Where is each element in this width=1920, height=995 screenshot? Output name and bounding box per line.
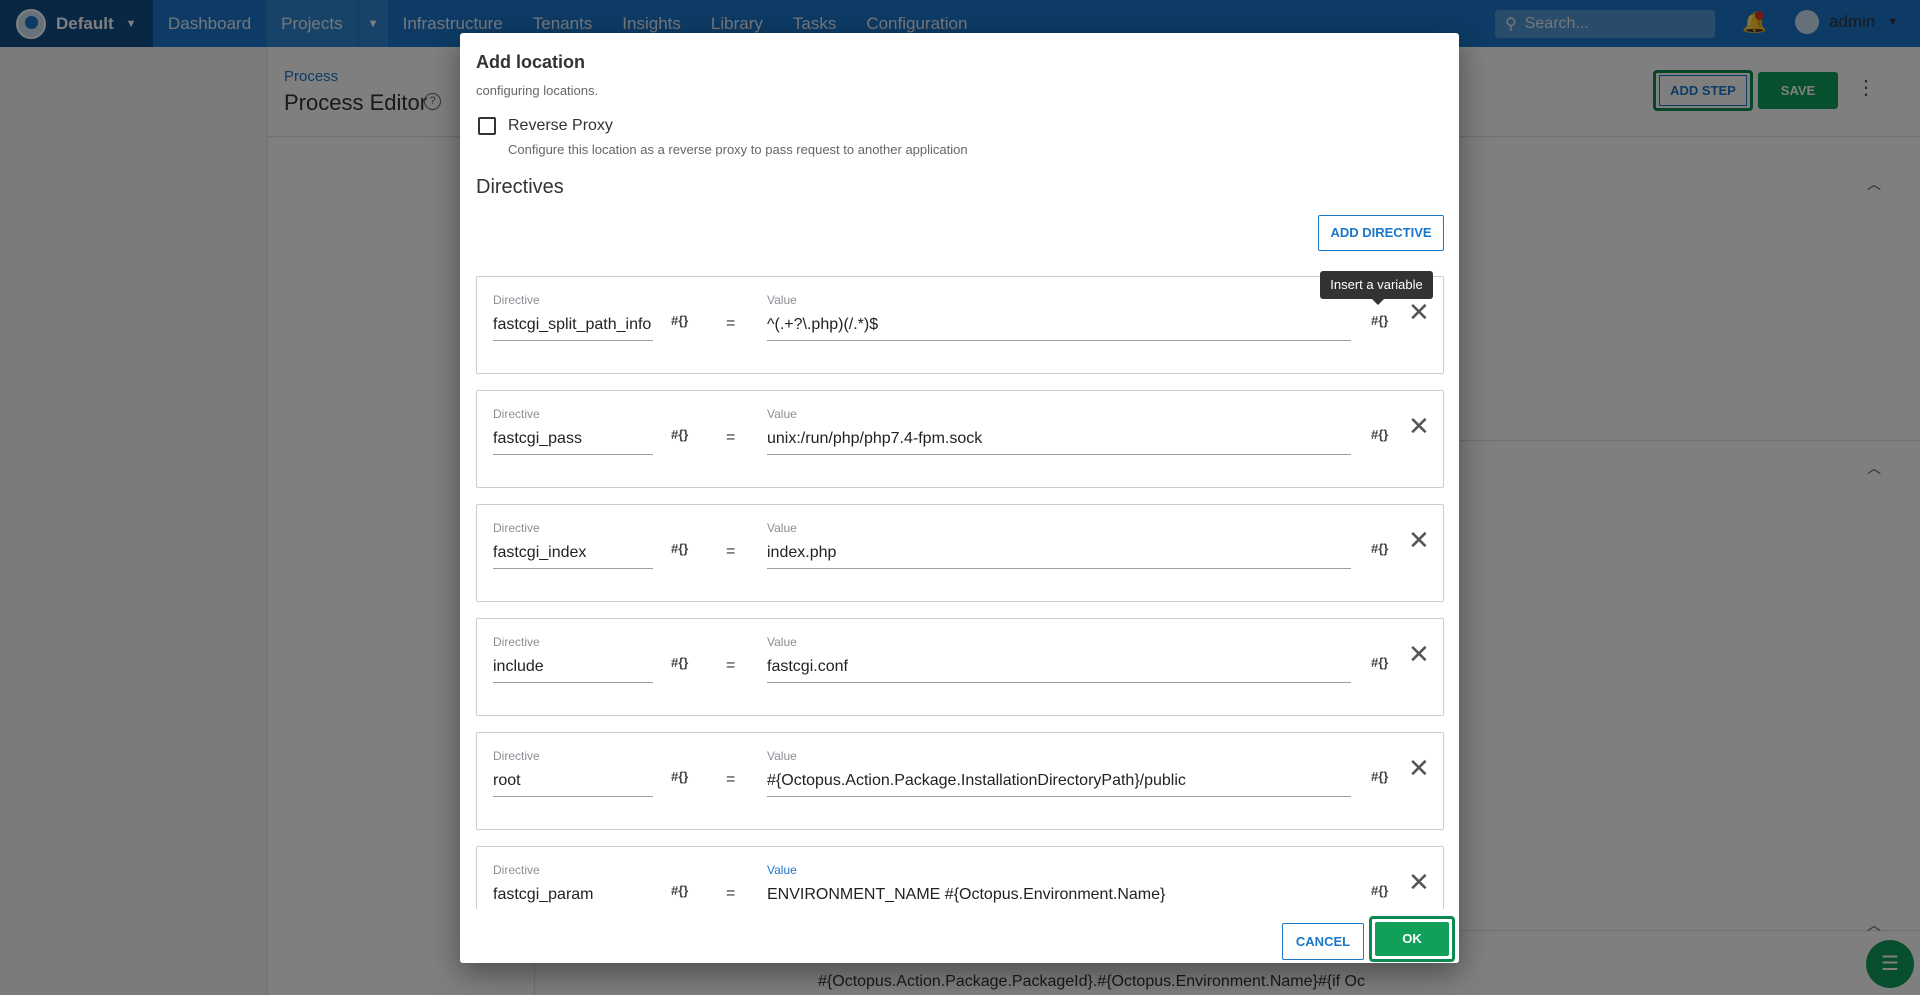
help-text: configuring locations. xyxy=(476,83,599,98)
directive-row: Directive fastcgi_index #{} = Value inde… xyxy=(476,504,1444,602)
directive-label: Directive xyxy=(493,749,540,763)
value-input[interactable]: index.php xyxy=(767,541,1351,569)
equals-sign: = xyxy=(726,315,736,332)
ok-button-highlight: OK xyxy=(1369,916,1455,962)
close-icon[interactable]: ✕ xyxy=(1408,413,1430,439)
insert-variable-icon[interactable]: #{} xyxy=(1371,655,1388,670)
value-label: Value xyxy=(767,293,797,307)
directive-input[interactable]: fastcgi_param xyxy=(493,883,653,911)
directive-row: Directive root #{} = Value #{Octopus.Act… xyxy=(476,732,1444,830)
dialog-title: Add location xyxy=(476,52,585,72)
directives-heading: Directives xyxy=(476,176,564,198)
value-input[interactable]: fastcgi.conf xyxy=(767,655,1351,683)
insert-variable-icon[interactable]: #{} xyxy=(671,541,688,556)
equals-sign: = xyxy=(726,429,736,446)
add-directive-button[interactable]: ADD DIRECTIVE xyxy=(1318,215,1444,251)
insert-variable-tooltip: Insert a variable xyxy=(1320,271,1433,305)
directive-row: Directive include #{} = Value fastcgi.co… xyxy=(476,618,1444,716)
value-input[interactable]: #{Octopus.Action.Package.InstallationDir… xyxy=(767,769,1351,797)
close-icon[interactable]: ✕ xyxy=(1408,869,1430,895)
directive-label: Directive xyxy=(493,293,540,307)
directive-input[interactable]: include xyxy=(493,655,653,683)
reverse-proxy-label[interactable]: Reverse Proxy xyxy=(508,117,613,135)
value-label: Value xyxy=(767,863,797,877)
value-input[interactable]: ENVIRONMENT_NAME #{Octopus.Environment.N… xyxy=(767,883,1351,911)
value-input[interactable]: ^(.+?\.php)(/.*)$ xyxy=(767,313,1351,341)
insert-variable-icon[interactable]: #{} xyxy=(1371,541,1388,556)
equals-sign: = xyxy=(726,885,736,902)
directive-row: Directive fastcgi_split_path_info #{} = … xyxy=(476,276,1444,374)
ok-button[interactable]: OK xyxy=(1375,922,1449,956)
directive-label: Directive xyxy=(493,521,540,535)
cancel-button[interactable]: CANCEL xyxy=(1282,923,1364,960)
value-label: Value xyxy=(767,749,797,763)
directive-input[interactable]: fastcgi_split_path_info xyxy=(493,313,653,341)
reverse-proxy-help: Configure this location as a reverse pro… xyxy=(508,142,968,157)
directive-input[interactable]: fastcgi_pass xyxy=(493,427,653,455)
directive-label: Directive xyxy=(493,407,540,421)
insert-variable-icon[interactable]: #{} xyxy=(1371,313,1388,328)
equals-sign: = xyxy=(726,543,736,560)
value-label: Value xyxy=(767,635,797,649)
value-input[interactable]: unix:/run/php/php7.4-fpm.sock xyxy=(767,427,1351,455)
close-icon[interactable]: ✕ xyxy=(1408,527,1430,553)
close-icon[interactable]: ✕ xyxy=(1408,641,1430,667)
reverse-proxy-checkbox[interactable] xyxy=(478,117,496,135)
insert-variable-icon[interactable]: #{} xyxy=(671,427,688,442)
close-icon[interactable]: ✕ xyxy=(1408,299,1430,325)
add-location-dialog: Add location configuring locations. Reve… xyxy=(460,33,1459,963)
close-icon[interactable]: ✕ xyxy=(1408,755,1430,781)
value-label: Value xyxy=(767,521,797,535)
insert-variable-icon[interactable]: #{} xyxy=(671,313,688,328)
insert-variable-icon[interactable]: #{} xyxy=(1371,883,1388,898)
insert-variable-icon[interactable]: #{} xyxy=(671,769,688,784)
directive-input[interactable]: fastcgi_index xyxy=(493,541,653,569)
equals-sign: = xyxy=(726,771,736,788)
directive-row: Directive fastcgi_pass #{} = Value unix:… xyxy=(476,390,1444,488)
directive-input[interactable]: root xyxy=(493,769,653,797)
insert-variable-icon[interactable]: #{} xyxy=(1371,427,1388,442)
directive-label: Directive xyxy=(493,863,540,877)
directive-label: Directive xyxy=(493,635,540,649)
insert-variable-icon[interactable]: #{} xyxy=(1371,769,1388,784)
insert-variable-icon[interactable]: #{} xyxy=(671,883,688,898)
value-label: Value xyxy=(767,407,797,421)
insert-variable-icon[interactable]: #{} xyxy=(671,655,688,670)
equals-sign: = xyxy=(726,657,736,674)
